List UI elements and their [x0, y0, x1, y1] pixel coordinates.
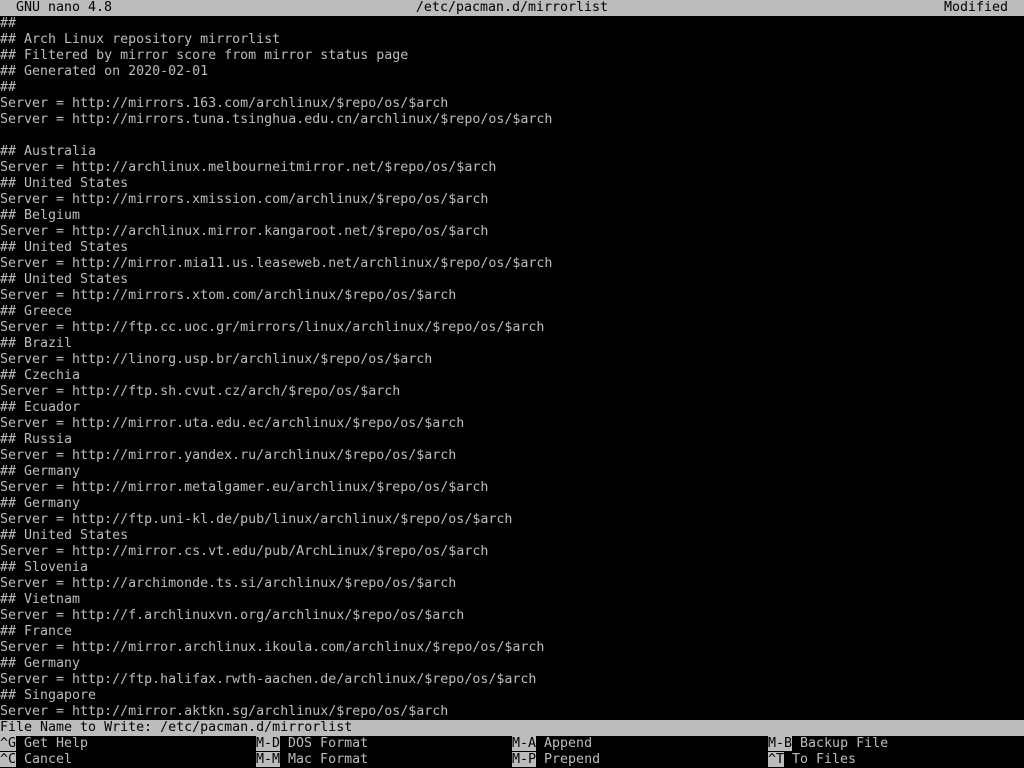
editor-line: Server = http://mirrors.tuna.tsinghua.ed… — [0, 112, 553, 127]
editor-line: Server = http://ftp.halifax.rwth-aachen.… — [0, 672, 537, 687]
shortcut-key: ^C — [0, 752, 17, 767]
editor-line: Server = http://mirror.yandex.ru/archlin… — [0, 448, 457, 463]
editor-line: ## France — [0, 624, 73, 639]
editor-line: Server = http://archlinux.melbourneitmir… — [0, 160, 497, 175]
shortcut-label: To Files — [784, 752, 857, 767]
editor-line: Server = http://mirror.archlinux.ikoula.… — [0, 640, 545, 655]
editor-line: ## Germany — [0, 464, 81, 479]
filename-prompt: File Name to Write: /etc/pacman.d/mirror… — [0, 720, 1024, 736]
title-bar: GNU nano 4.8 /etc/pacman.d/mirrorlist Mo… — [0, 0, 1024, 16]
shortcut-key: M-M — [256, 752, 281, 767]
editor-line: Server = http://ftp.sh.cvut.cz/arch/$rep… — [0, 384, 401, 399]
shortcut-key: ^T — [768, 752, 785, 767]
filename-input[interactable]: /etc/pacman.d/mirrorlist — [160, 720, 352, 735]
editor-line: ## Germany — [0, 656, 81, 671]
shortcut-label: Backup File — [792, 736, 889, 751]
editor-line: Server = http://mirror.cs.vt.edu/pub/Arc… — [0, 544, 489, 559]
shortcut-to-files[interactable]: ^T To Files — [768, 752, 856, 768]
editor-line: ## Filtered by mirror score from mirror … — [0, 48, 409, 63]
shortcut-label: DOS Format — [280, 736, 369, 751]
editor-line: ## Slovenia — [0, 560, 89, 575]
shortcut-key: M-A — [512, 736, 537, 751]
editor-buffer[interactable]: ## ## Arch Linux repository mirrorlist ## … — [0, 16, 1024, 720]
editor-line: Server = http://f.archlinuxvn.org/archli… — [0, 608, 465, 623]
shortcut-label: Cancel — [16, 752, 73, 767]
editor-line: ## Generated on 2020-02-01 — [0, 64, 209, 79]
editor-line: Server = http://archlinux.mirror.kangaro… — [0, 224, 489, 239]
editor-line: Server = http://archimonde.ts.si/archlin… — [0, 576, 457, 591]
editor-line: Server = http://mirror.aktkn.sg/archlinu… — [0, 704, 449, 719]
shortcut-label: Get Help — [16, 736, 89, 751]
shortcut-label: Append — [536, 736, 593, 751]
editor-line: ## United States — [0, 528, 129, 543]
shortcut-label: Prepend — [536, 752, 601, 767]
editor-line: Server = http://mirrors.163.com/archlinu… — [0, 96, 449, 111]
shortcut-append[interactable]: M-A Append — [512, 736, 592, 752]
shortcut-key: M-B — [768, 736, 793, 751]
shortcut-cancel[interactable]: ^C Cancel — [0, 752, 72, 768]
shortcut-key: ^G — [0, 736, 17, 751]
editor-line: ## United States — [0, 240, 129, 255]
editor-line: ## Brazil — [0, 336, 73, 351]
shortcut-label: Mac Format — [280, 752, 369, 767]
shortcut-mac-format[interactable]: M-M Mac Format — [256, 752, 368, 768]
editor-line: Server = http://mirror.mia11.us.leaseweb… — [0, 256, 553, 271]
editor-line: Server = http://mirrors.xmission.com/arc… — [0, 192, 489, 207]
shortcut-bar: ^G Get Help M-D DOS Format M-A Append M-B B… — [0, 736, 1024, 768]
editor-line: Server = http://ftp.cc.uoc.gr/mirrors/li… — [0, 320, 545, 335]
editor-line: ## Belgium — [0, 208, 81, 223]
shortcut-prepend[interactable]: M-P Prepend — [512, 752, 600, 768]
editor-line: Server = http://mirrors.xtom.com/archlin… — [0, 288, 457, 303]
shortcut-backup-file[interactable]: M-B Backup File — [768, 736, 888, 752]
modified-status: Modified — [943, 0, 1008, 15]
editor-line: Server = http://mirror.uta.edu.ec/archli… — [0, 416, 465, 431]
editor-line: ## — [0, 80, 17, 95]
prompt-label: File Name to Write: — [0, 720, 161, 735]
editor-line: ## Russia — [0, 432, 73, 447]
editor-line: ## Arch Linux repository mirrorlist — [0, 32, 281, 47]
editor-line: ## Greece — [0, 304, 73, 319]
shortcut-dos-format[interactable]: M-D DOS Format — [256, 736, 368, 752]
editor-line: ## Germany — [0, 496, 81, 511]
editor-line: ## Vietnam — [0, 592, 81, 607]
editor-line: ## United States — [0, 176, 129, 191]
shortcut-get-help[interactable]: ^G Get Help — [0, 736, 88, 752]
editor-line: ## United States — [0, 272, 129, 287]
file-path-title: /etc/pacman.d/mirrorlist — [415, 0, 609, 15]
editor-line: Server = http://linorg.usp.br/archlinux/… — [0, 352, 433, 367]
editor-line: ## Australia — [0, 144, 97, 159]
shortcut-key: M-P — [512, 752, 537, 767]
editor-line: ## Singapore — [0, 688, 97, 703]
editor-line: ## Ecuador — [0, 400, 81, 415]
editor-line: ## — [0, 16, 17, 31]
editor-line: ## Czechia — [0, 368, 81, 383]
editor-line: Server = http://mirror.metalgamer.eu/arc… — [0, 480, 489, 495]
shortcut-key: M-D — [256, 736, 281, 751]
editor-line: Server = http://ftp.uni-kl.de/pub/linux/… — [0, 512, 513, 527]
